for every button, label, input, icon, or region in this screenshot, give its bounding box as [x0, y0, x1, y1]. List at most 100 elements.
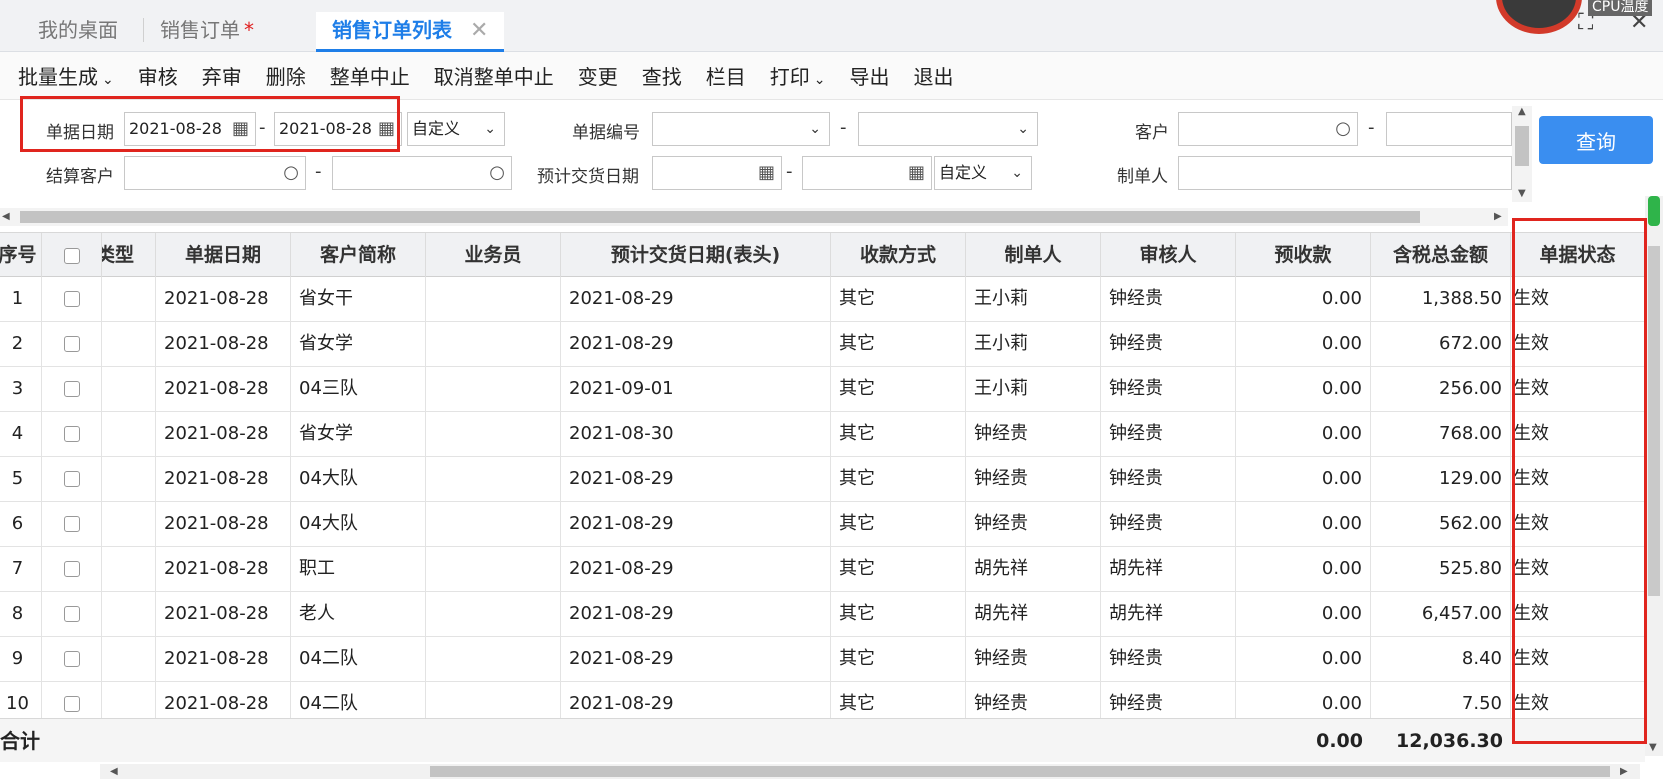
- filter-vertical-scrollbar[interactable]: ▲ ▼: [1512, 106, 1532, 202]
- table-row[interactable]: 2 2021-08-28 省女学 2021-08-29 其它 王小莉 钟经贵 0.00 672.…: [0, 322, 1645, 367]
- scroll-down-icon[interactable]: ▼: [1518, 188, 1526, 199]
- column-header-salesperson[interactable]: 业务员: [426, 233, 561, 278]
- column-header-maker[interactable]: 制单人: [966, 233, 1101, 278]
- button-label: 弃审: [201, 65, 242, 89]
- exit-button[interactable]: 退出: [913, 61, 953, 90]
- row-checkbox[interactable]: [63, 381, 80, 397]
- search-icon[interactable]: ○: [1335, 113, 1351, 145]
- batch-generate-button[interactable]: 批量生成 ⌄: [18, 61, 114, 90]
- table-row[interactable]: 6 2021-08-28 04大队 2021-08-29 其它 钟经贵 钟经贵 0.00 562…: [0, 502, 1645, 547]
- column-header-auditor[interactable]: 审核人: [1101, 233, 1236, 278]
- table-row[interactable]: 3 2021-08-28 04三队 2021-09-01 其它 王小莉 钟经贵 0.00 256…: [0, 367, 1645, 412]
- cell-delivery-date: 2021-09-01: [561, 367, 831, 412]
- scroll-left-icon[interactable]: ◀: [110, 766, 118, 777]
- cell-select: [42, 637, 102, 682]
- button-label: 取消整单中止: [433, 65, 554, 89]
- chevron-down-icon: ⌄: [484, 121, 496, 137]
- close-icon[interactable]: ✕: [470, 18, 488, 43]
- button-label: 变更: [577, 65, 618, 89]
- maker-input[interactable]: [1178, 156, 1512, 190]
- row-checkbox[interactable]: [63, 426, 80, 442]
- tab-my-desktop[interactable]: 我的桌面: [38, 12, 118, 52]
- table-row[interactable]: 7 2021-08-28 职工 2021-08-29 其它 胡先祥 胡先祥 0.00 525.8…: [0, 547, 1645, 592]
- unaudit-button[interactable]: 弃审: [202, 61, 242, 90]
- delivery-date-to-input[interactable]: ▦: [802, 156, 932, 190]
- row-checkbox[interactable]: [63, 336, 80, 352]
- row-checkbox[interactable]: [63, 606, 80, 622]
- bill-date-mode-select[interactable]: 自定义 ⌄: [407, 112, 505, 146]
- query-button[interactable]: 查询: [1539, 116, 1653, 164]
- calendar-icon[interactable]: ▦: [378, 113, 395, 145]
- grid-vertical-scrollbar[interactable]: ▼: [1645, 196, 1663, 756]
- row-checkbox[interactable]: [63, 696, 80, 712]
- table-row[interactable]: 4 2021-08-28 省女学 2021-08-30 其它 钟经贵 钟经贵 0.00 768.…: [0, 412, 1645, 457]
- scroll-down-icon[interactable]: ▼: [1649, 742, 1657, 753]
- column-header-select-all[interactable]: [42, 233, 102, 278]
- scroll-right-icon[interactable]: ▶: [1620, 766, 1628, 777]
- column-header-total-amount[interactable]: 含税总金额: [1371, 233, 1511, 278]
- cell-type: [102, 367, 156, 412]
- column-header-delivery-date[interactable]: 预计交货日期(表头): [561, 233, 831, 278]
- scrollbar-thumb[interactable]: [1648, 246, 1660, 596]
- cancel-terminate-button[interactable]: 取消整单中止: [434, 61, 554, 90]
- row-checkbox[interactable]: [63, 651, 80, 667]
- cell-customer: 04大队: [291, 502, 426, 547]
- table-row[interactable]: 1 2021-08-28 省女干 2021-08-29 其它 王小莉 钟经贵 0.00 1,38…: [0, 277, 1645, 322]
- bill-no-to-select[interactable]: ⌄: [858, 112, 1038, 146]
- print-button[interactable]: 打印 ⌄: [770, 61, 826, 90]
- customer-to-input[interactable]: [1386, 112, 1512, 146]
- column-header-type[interactable]: 类型: [102, 233, 156, 278]
- column-header-payment[interactable]: 收款方式: [831, 233, 966, 278]
- column-header-status[interactable]: 单据状态: [1511, 233, 1645, 278]
- search-icon[interactable]: ○: [283, 157, 299, 189]
- scrollbar-thumb[interactable]: [1515, 126, 1529, 166]
- bill-date-from-input[interactable]: 2021-08-28 ▦: [124, 112, 256, 146]
- row-checkbox[interactable]: [63, 471, 80, 487]
- columns-button[interactable]: 栏目: [706, 61, 746, 90]
- tab-sales-order-list[interactable]: 销售订单列表 ✕: [316, 12, 505, 52]
- cell-salesperson: [426, 547, 561, 592]
- row-checkbox[interactable]: [63, 516, 80, 532]
- table-row[interactable]: 9 2021-08-28 04二队 2021-08-29 其它 钟经贵 钟经贵 0.00 8.4…: [0, 637, 1645, 682]
- calendar-icon[interactable]: ▦: [908, 157, 925, 189]
- settle-customer-to-input[interactable]: ○: [332, 156, 512, 190]
- button-label: 查找: [641, 65, 682, 89]
- column-header-no[interactable]: 序号: [0, 233, 42, 278]
- select-all-checkbox[interactable]: [63, 247, 80, 264]
- bill-date-to-input[interactable]: 2021-08-28 ▦: [274, 112, 402, 146]
- terminate-order-button[interactable]: 整单中止: [330, 61, 410, 90]
- delivery-date-mode-select[interactable]: 自定义 ⌄: [934, 156, 1032, 190]
- cell-no: 6: [0, 502, 42, 547]
- row-checkbox[interactable]: [63, 561, 80, 577]
- export-button[interactable]: 导出: [849, 61, 889, 90]
- table-row[interactable]: 5 2021-08-28 04大队 2021-08-29 其它 钟经贵 钟经贵 0.00 129…: [0, 457, 1645, 502]
- settle-customer-from-input[interactable]: ○: [124, 156, 306, 190]
- column-header-customer[interactable]: 客户简称: [291, 233, 426, 278]
- column-header-prepayment[interactable]: 预收款: [1236, 233, 1371, 278]
- scroll-left-icon[interactable]: ◀: [2, 211, 10, 222]
- scroll-up-icon[interactable]: ▲: [1518, 106, 1526, 117]
- calendar-icon[interactable]: ▦: [758, 157, 775, 189]
- scrollbar-thumb[interactable]: [20, 211, 1420, 223]
- change-button[interactable]: 变更: [578, 61, 618, 90]
- cell-payment: 其它: [831, 502, 966, 547]
- cell-payment: 其它: [831, 367, 966, 412]
- bill-no-from-select[interactable]: ⌄: [652, 112, 830, 146]
- table-row[interactable]: 8 2021-08-28 老人 2021-08-29 其它 胡先祥 胡先祥 0.00 6,457…: [0, 592, 1645, 637]
- audit-button[interactable]: 审核: [138, 61, 178, 90]
- find-button[interactable]: 查找: [642, 61, 682, 90]
- search-icon[interactable]: ○: [489, 157, 505, 189]
- grid-horizontal-scrollbar[interactable]: ◀ ▶: [100, 764, 1640, 779]
- cell-maker: 王小莉: [966, 277, 1101, 322]
- row-checkbox[interactable]: [63, 291, 80, 307]
- filter-horizontal-scrollbar[interactable]: ◀ ▶: [0, 208, 1508, 226]
- delivery-date-from-input[interactable]: ▦: [652, 156, 782, 190]
- scrollbar-thumb[interactable]: [430, 766, 1610, 777]
- delete-button[interactable]: 删除: [266, 61, 306, 90]
- scroll-right-icon[interactable]: ▶: [1494, 211, 1502, 222]
- customer-from-input[interactable]: ○: [1178, 112, 1358, 146]
- calendar-icon[interactable]: ▦: [232, 113, 249, 145]
- column-header-bill-date[interactable]: 单据日期: [156, 233, 291, 278]
- cell-status: 生效: [1511, 367, 1645, 412]
- tab-sales-order[interactable]: 销售订单 *: [160, 12, 254, 52]
